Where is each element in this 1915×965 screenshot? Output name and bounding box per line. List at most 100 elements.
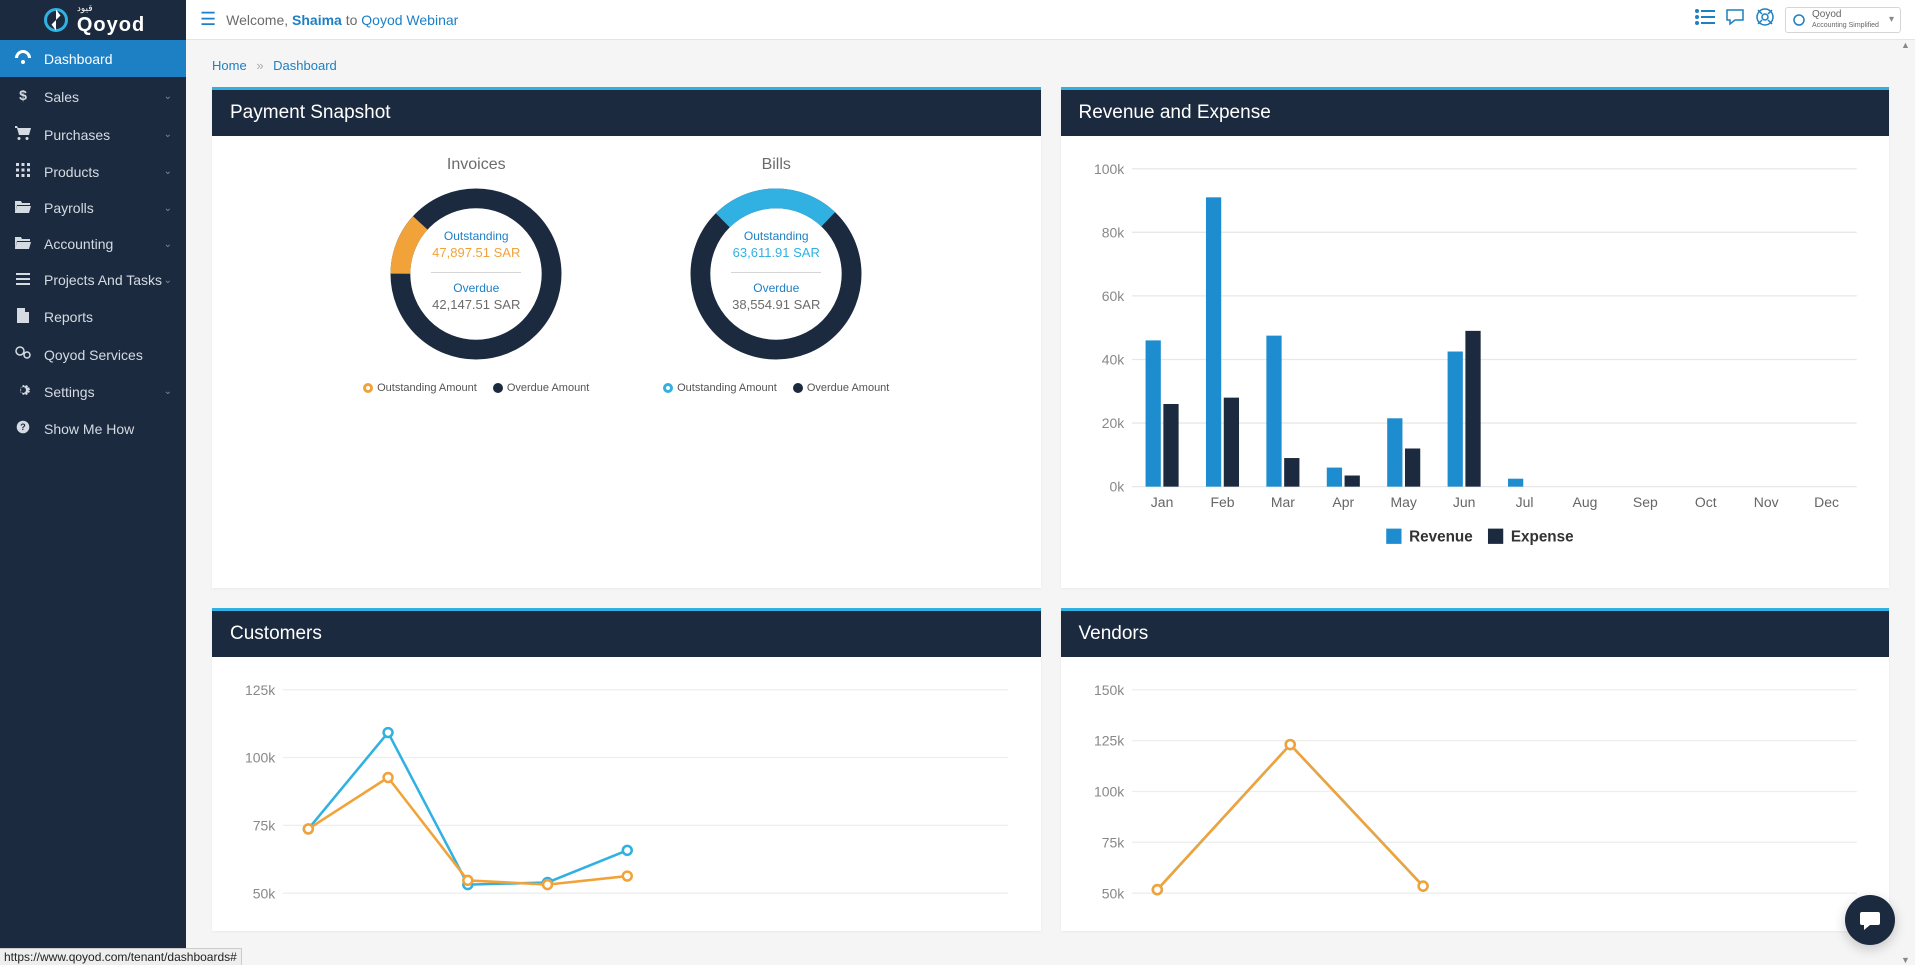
- breadcrumb: Home » Dashboard: [212, 58, 1889, 73]
- svg-text:Revenue: Revenue: [1409, 528, 1473, 545]
- cart-icon: [14, 126, 32, 143]
- svg-text:May: May: [1390, 494, 1416, 510]
- invoices-title: Invoices: [341, 156, 611, 174]
- sidebar-item-dashboard[interactable]: Dashboard: [0, 40, 186, 77]
- chevron-down-icon: ⌄: [164, 91, 172, 102]
- org-selector[interactable]: QoyodAccounting Simplified ▾: [1785, 7, 1901, 33]
- chat-launcher[interactable]: [1845, 895, 1895, 945]
- vendors-chart: 50k75k100k125k150k: [1081, 677, 1870, 906]
- chevron-down-icon: ⌄: [164, 386, 172, 397]
- sidebar-item-projects-and-tasks[interactable]: Projects And Tasks⌄: [0, 262, 186, 298]
- bills-title: Bills: [641, 156, 911, 174]
- sidebar-item-show-me-how[interactable]: ?Show Me How: [0, 410, 186, 447]
- svg-text:100k: 100k: [245, 750, 275, 766]
- topbar: ☰ Welcome, Shaima to Qoyod Webinar: [186, 0, 1915, 40]
- svg-text:Apr: Apr: [1332, 494, 1354, 510]
- folder-open-icon: [14, 236, 32, 252]
- chevron-down-icon: ⌄: [164, 203, 172, 214]
- sidebar-item-accounting[interactable]: Accounting⌄: [0, 226, 186, 262]
- svg-text:Jul: Jul: [1515, 494, 1533, 510]
- svg-text:Dec: Dec: [1814, 494, 1839, 510]
- svg-text:Oct: Oct: [1694, 494, 1716, 510]
- content: Home » Dashboard Payment Snapshot Invoic…: [186, 40, 1915, 965]
- logo-icon: [41, 5, 71, 35]
- gear-icon: [14, 383, 32, 400]
- bills-overdue-value: 38,554.91 SAR: [732, 297, 820, 312]
- bills-legend: Outstanding Amount Overdue Amount: [641, 382, 911, 394]
- bills-outstanding-value: 63,611.91 SAR: [733, 245, 820, 260]
- file-icon: [14, 308, 32, 326]
- svg-text:0k: 0k: [1109, 479, 1124, 495]
- sidebar-item-payrolls[interactable]: Payrolls⌄: [0, 190, 186, 226]
- gear-group-icon: [14, 346, 32, 363]
- panel-revenue-expense: Revenue and Expense 0k 20k 40k 60k 80k 100k Ja…: [1061, 87, 1890, 588]
- bills-donut: Bills Outstanding 63,611.91 SAR: [641, 156, 911, 394]
- svg-text:?: ?: [20, 422, 26, 432]
- panel-title: Customers: [212, 611, 1041, 657]
- invoices-legend: Outstanding Amount Overdue Amount: [341, 382, 611, 394]
- svg-text:40k: 40k: [1101, 352, 1124, 368]
- breadcrumb-current[interactable]: Dashboard: [273, 58, 337, 73]
- chevron-down-icon: ⌄: [164, 275, 172, 286]
- svg-text:75k: 75k: [253, 817, 276, 833]
- sidebar-item-qoyod-services[interactable]: Qoyod Services: [0, 336, 186, 373]
- panel-customers: Customers 50k75k100k125k: [212, 608, 1041, 931]
- svg-text:100k: 100k: [1093, 161, 1123, 177]
- dashboard-icon: [14, 50, 32, 67]
- brand-logo[interactable]: قيود Qoyod: [0, 0, 186, 40]
- svg-text:Expense: Expense: [1510, 528, 1573, 545]
- welcome-text: Welcome, Shaima to Qoyod Webinar: [226, 12, 458, 28]
- svg-text:Sep: Sep: [1632, 494, 1657, 510]
- svg-text:125k: 125k: [1093, 733, 1123, 749]
- svg-text:Feb: Feb: [1210, 494, 1234, 510]
- svg-text:50k: 50k: [253, 885, 276, 901]
- revenue-expense-chart: 0k 20k 40k 60k 80k 100k Jan Feb Mar Apr May Jun Jul A…: [1081, 156, 1870, 563]
- svg-text:Mar: Mar: [1270, 494, 1294, 510]
- sidebar-item-settings[interactable]: Settings⌄: [0, 373, 186, 410]
- svg-text:100k: 100k: [1093, 783, 1123, 799]
- svg-text:$: $: [19, 87, 27, 103]
- svg-text:50k: 50k: [1101, 885, 1124, 901]
- invoices-overdue-value: 42,147.51 SAR: [432, 297, 520, 312]
- help-icon[interactable]: [1755, 7, 1775, 32]
- svg-text:Nov: Nov: [1753, 494, 1778, 510]
- menu-toggle-icon[interactable]: ☰: [200, 9, 216, 30]
- list-view-icon[interactable]: [1695, 9, 1715, 30]
- welcome-user: Shaima: [292, 12, 342, 28]
- svg-text:Jun: Jun: [1452, 494, 1475, 510]
- logo-name: Qoyod: [77, 14, 145, 37]
- sidebar-item-purchases[interactable]: Purchases⌄: [0, 116, 186, 153]
- panel-title: Vendors: [1061, 611, 1890, 657]
- breadcrumb-home[interactable]: Home: [212, 58, 247, 73]
- welcome-org[interactable]: Qoyod Webinar: [361, 12, 458, 28]
- chevron-down-icon: ⌄: [164, 166, 172, 177]
- dollar-icon: $: [14, 87, 32, 106]
- chat-icon[interactable]: [1725, 8, 1745, 31]
- sidebar-nav: Dashboard$Sales⌄Purchases⌄Products⌄Payro…: [0, 40, 186, 965]
- panel-vendors: Vendors 50k75k100k125k150k: [1061, 608, 1890, 931]
- logo-arabic: قيود: [77, 3, 145, 14]
- panel-title: Payment Snapshot: [212, 90, 1041, 136]
- folder-open-icon: [14, 200, 32, 216]
- svg-text:150k: 150k: [1093, 682, 1123, 698]
- grid-icon: [14, 163, 32, 180]
- svg-text:20k: 20k: [1101, 415, 1124, 431]
- sidebar-item-sales[interactable]: $Sales⌄: [0, 77, 186, 116]
- svg-text:Aug: Aug: [1572, 494, 1597, 510]
- question-icon: ?: [14, 420, 32, 437]
- invoices-outstanding-value: 47,897.51 SAR: [432, 245, 520, 260]
- panel-title: Revenue and Expense: [1061, 90, 1890, 136]
- svg-text:60k: 60k: [1101, 288, 1124, 304]
- chevron-down-icon: ⌄: [164, 239, 172, 250]
- sidebar-item-reports[interactable]: Reports: [0, 298, 186, 336]
- svg-text:80k: 80k: [1101, 224, 1124, 240]
- chevron-down-icon: ⌄: [164, 129, 172, 140]
- list-icon: [14, 272, 32, 288]
- sidebar: قيود Qoyod Dashboard$Sales⌄Purchases⌄Pro…: [0, 0, 186, 965]
- status-bar-url: https://www.qoyod.com/tenant/dashboards#: [0, 948, 242, 965]
- svg-text:Jan: Jan: [1150, 494, 1173, 510]
- sidebar-item-products[interactable]: Products⌄: [0, 153, 186, 190]
- invoices-donut: Invoices Outstanding 47,897.51 SAR: [341, 156, 611, 394]
- panel-payment-snapshot: Payment Snapshot Invoices: [212, 87, 1041, 588]
- customers-chart: 50k75k100k125k: [232, 677, 1021, 906]
